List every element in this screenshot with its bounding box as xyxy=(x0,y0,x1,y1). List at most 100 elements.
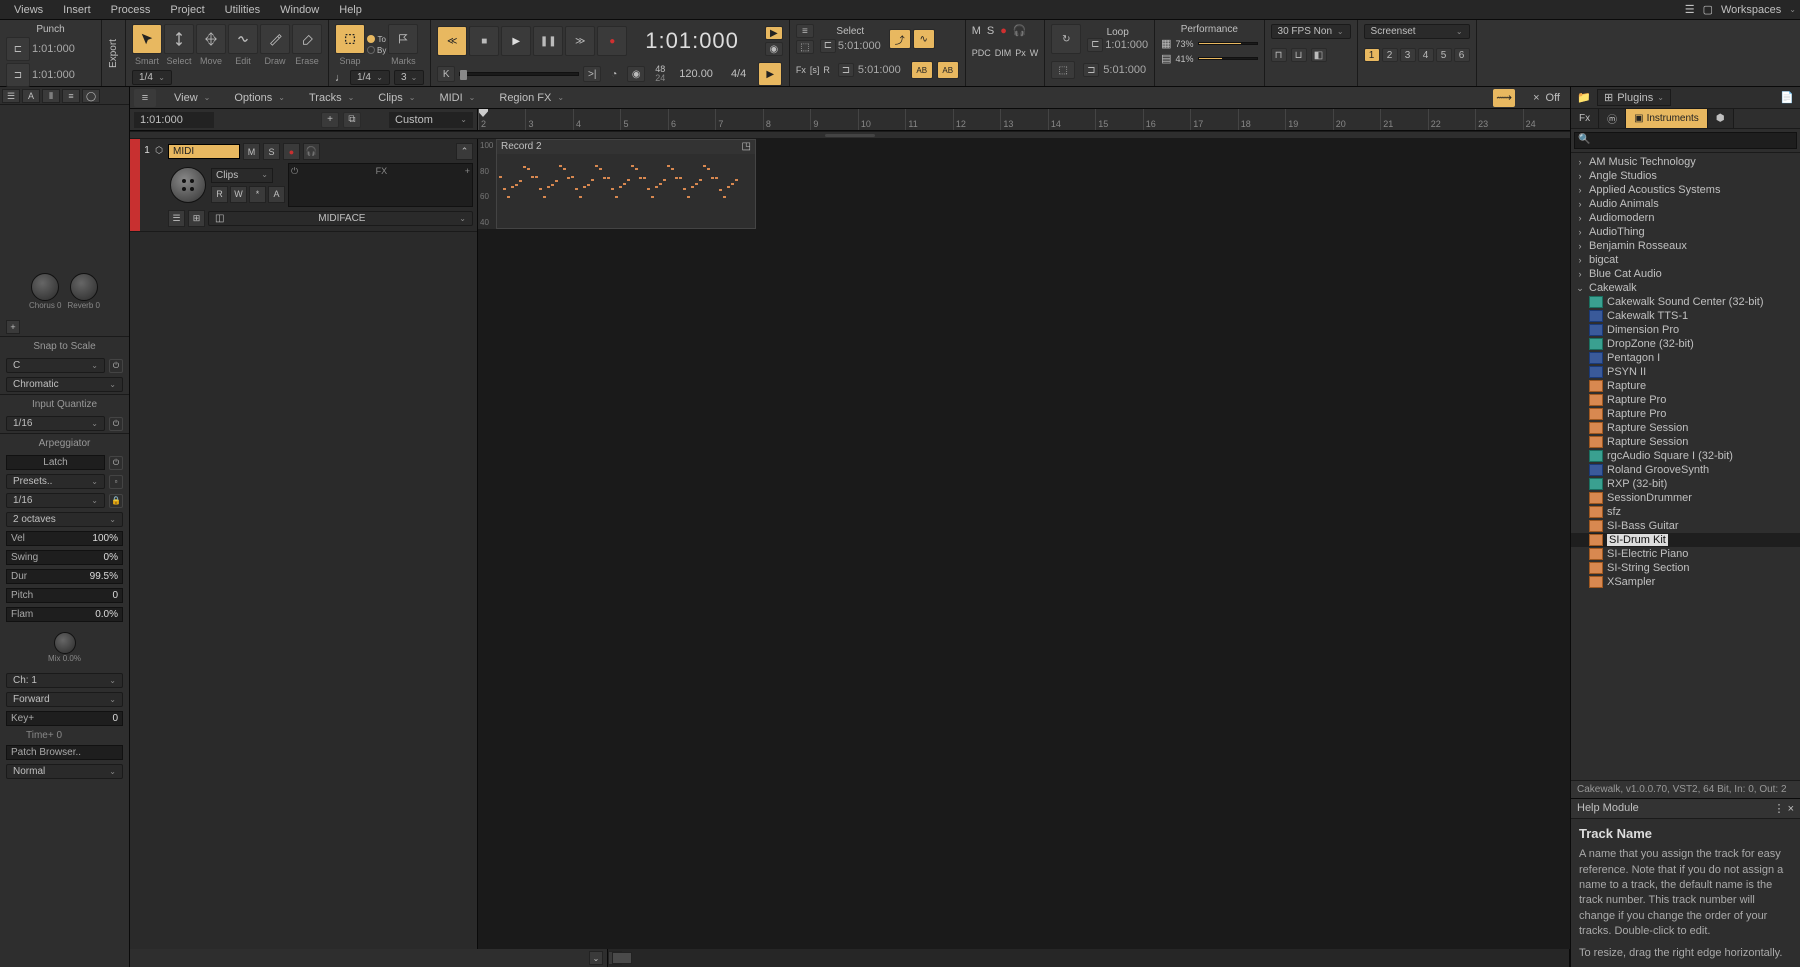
expand-icon[interactable]: › xyxy=(1575,241,1585,251)
scroll-thumb[interactable] xyxy=(612,952,632,964)
sel-from-button[interactable]: ⊏ xyxy=(820,39,836,53)
save-icon[interactable]: ▫ xyxy=(109,475,123,489)
loop-to-button[interactable]: ⊐ xyxy=(1083,63,1099,77)
ruler-tick[interactable]: 10 xyxy=(858,109,905,130)
play-mode-1[interactable]: ▶ xyxy=(765,26,783,40)
ruler-tick[interactable]: 18 xyxy=(1238,109,1285,130)
snap-button[interactable] xyxy=(335,24,365,54)
iq-dd[interactable]: 1/16⌄ xyxy=(6,416,105,431)
pause-button[interactable]: ❚❚ xyxy=(533,26,563,56)
tv-midi[interactable]: MIDI⌄ xyxy=(433,90,481,106)
track-view2[interactable]: ⊞ xyxy=(188,210,205,227)
vendor-item[interactable]: ›Benjamin Rosseaux xyxy=(1571,239,1800,253)
screenset-dd[interactable]: Screenset⌄ xyxy=(1364,24,1470,39)
keyplus-field[interactable]: Key+0 xyxy=(6,711,123,726)
expand-icon[interactable]: › xyxy=(1575,227,1585,237)
ffwd-button[interactable]: ≫ xyxy=(565,26,595,56)
plugin-item[interactable]: DropZone (32-bit) xyxy=(1571,337,1800,351)
menu-project[interactable]: Project xyxy=(160,2,214,18)
record-button[interactable]: ● xyxy=(597,26,627,56)
plugin-item[interactable]: rgcAudio Square I (32-bit) xyxy=(1571,449,1800,463)
clips-dd[interactable]: Clips⌄ xyxy=(211,168,273,183)
flam-field[interactable]: Flam0.0% xyxy=(6,607,123,622)
mix-knob[interactable] xyxy=(54,632,76,654)
ab1-button[interactable]: AB xyxy=(911,61,933,79)
vendor-item[interactable]: ›Angle Studios xyxy=(1571,169,1800,183)
ab2-button[interactable]: AB xyxy=(937,61,959,79)
track-expand[interactable]: ⌃ xyxy=(456,143,473,160)
ruler-tick[interactable]: 4 xyxy=(573,109,620,130)
track-mute[interactable]: M xyxy=(243,143,260,160)
play-button[interactable]: ▶ xyxy=(501,26,531,56)
r-label[interactable]: R xyxy=(823,65,830,75)
sync-btn2[interactable]: ⊔ xyxy=(1291,48,1307,62)
swing-field[interactable]: Swing0% xyxy=(6,550,123,565)
plugin-item[interactable]: RXP (32-bit) xyxy=(1571,477,1800,491)
ruler-tick[interactable]: 11 xyxy=(905,109,952,130)
expand-icon[interactable]: › xyxy=(1575,199,1585,209)
expand-icon[interactable]: ⌄ xyxy=(1575,283,1585,294)
mix-s[interactable]: S xyxy=(987,25,994,37)
menu-insert[interactable]: Insert xyxy=(53,2,101,18)
tv-ripple-button[interactable]: ⟿ xyxy=(1493,89,1515,107)
expand-icon[interactable]: › xyxy=(1575,157,1585,167)
draw-tool[interactable] xyxy=(260,24,290,54)
ruler-tick[interactable]: 13 xyxy=(1000,109,1047,130)
plus-button[interactable]: + xyxy=(6,320,20,334)
vendor-item[interactable]: ›AM Music Technology xyxy=(1571,155,1800,169)
vendor-item[interactable]: ›Audiomodern xyxy=(1571,211,1800,225)
notes-tab-icon[interactable]: 📄 xyxy=(1778,90,1796,106)
sel-icon2[interactable]: ⬚ xyxy=(796,40,814,54)
snap-scale-pwr[interactable]: ⏻ xyxy=(109,359,123,373)
plugins-dd[interactable]: ⊞Plugins⌄ xyxy=(1597,89,1671,106)
reverb-knob[interactable] xyxy=(70,273,98,301)
screenset-3[interactable]: 3 xyxy=(1400,48,1416,62)
dim-label[interactable]: DIM xyxy=(995,48,1012,58)
fx-label[interactable]: Fx xyxy=(796,65,806,75)
track-arm[interactable]: ● xyxy=(283,143,300,160)
screenset-6[interactable]: 6 xyxy=(1454,48,1470,62)
track-sel-icon[interactable]: ⬡ xyxy=(155,145,163,156)
loop-sel-button[interactable]: ⬚ xyxy=(1051,61,1075,79)
plugin-item[interactable]: Rapture Pro xyxy=(1571,393,1800,407)
set-now-button[interactable]: ◉ xyxy=(627,66,645,82)
plugin-item[interactable]: SI-Electric Piano xyxy=(1571,547,1800,561)
instruments-tab[interactable]: ▣Instruments xyxy=(1626,109,1708,128)
audio-engine-button[interactable]: ▶ xyxy=(758,62,782,86)
plugin-item[interactable]: SI-Bass Guitar xyxy=(1571,519,1800,533)
ruler-tick[interactable]: 8 xyxy=(763,109,810,130)
punch-out-button[interactable]: ⊐ xyxy=(6,63,30,87)
expand-icon[interactable]: › xyxy=(1575,255,1585,265)
plugin-item[interactable]: Dimension Pro xyxy=(1571,323,1800,337)
clip-close-icon[interactable]: ◳ xyxy=(742,141,751,153)
ruler-tick[interactable]: 14 xyxy=(1048,109,1095,130)
workspaces-label[interactable]: Workspaces xyxy=(1721,4,1781,16)
tool-dd1[interactable]: 1/4⌄ xyxy=(132,70,172,85)
midi-fx-tab[interactable]: ⓜ xyxy=(1599,109,1626,128)
vendor-item[interactable]: ›bigcat xyxy=(1571,253,1800,267)
plugin-item[interactable]: PSYN II xyxy=(1571,365,1800,379)
track-name-input[interactable]: MIDI xyxy=(168,144,240,159)
tv-off[interactable]: ×Off xyxy=(1527,90,1566,106)
custom-dd[interactable]: Custom⌄ xyxy=(389,112,473,128)
vendor-item[interactable]: ⌄Cakewalk xyxy=(1571,281,1800,295)
plugin-item[interactable]: Cakewalk Sound Center (32-bit) xyxy=(1571,295,1800,309)
latch-button[interactable]: Latch xyxy=(6,455,105,470)
clips-pane[interactable]: 100806040 Record 2◳ xyxy=(478,139,1570,949)
tv-clips[interactable]: Clips⌄ xyxy=(372,90,421,106)
help-close-icon[interactable]: ⋮ × xyxy=(1774,802,1794,815)
add-track-button[interactable]: + xyxy=(321,112,339,128)
ruler-tick[interactable]: 2 xyxy=(478,109,525,130)
rewire-tab[interactable]: ⬢ xyxy=(1708,109,1734,128)
sel-to-time[interactable]: 5:01:000 xyxy=(858,64,901,76)
ruler-tick[interactable]: 9 xyxy=(810,109,857,130)
menu-help[interactable]: Help xyxy=(329,2,372,18)
screenset-4[interactable]: 4 xyxy=(1418,48,1434,62)
midiface-dd[interactable]: ◫MIDIFACE⌄ xyxy=(208,211,473,226)
punch-in-time[interactable]: 1:01:000 xyxy=(32,43,75,55)
vendor-item[interactable]: ›Audio Animals xyxy=(1571,197,1800,211)
w-label[interactable]: W xyxy=(1030,48,1039,58)
lock-icon[interactable]: 🔒 xyxy=(109,494,123,508)
edit-tool[interactable] xyxy=(228,24,258,54)
mix-hp-icon[interactable]: 🎧 xyxy=(1013,24,1027,37)
